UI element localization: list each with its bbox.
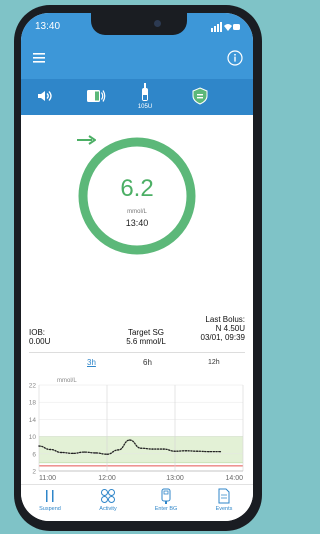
bolus-time: 03/01, 09:39 [200, 333, 245, 342]
tab-12h[interactable]: 12h [208, 359, 220, 366]
iob-label: IOB: [29, 328, 46, 337]
y-tick-label: 6 [32, 451, 36, 458]
x-tick-label: 12:00 [98, 475, 116, 482]
sensor-glucose-ring: 6.2 mmol/L 13:40 [76, 135, 198, 257]
reservoir-icon[interactable] [139, 83, 151, 103]
events-icon [218, 488, 230, 504]
target-range-band [39, 436, 243, 463]
sg-point [219, 450, 222, 453]
sg-point [174, 450, 176, 452]
sg-point [72, 452, 74, 455]
meter-icon [161, 488, 171, 504]
status-time: 13:40 [35, 21, 61, 32]
app-screen: 13:40 105U 6.2 mmol/L 13:40 IOB: 0.00U T… [21, 13, 253, 521]
divider [29, 352, 245, 353]
tab-3h[interactable]: 3h [87, 358, 96, 367]
sound-icon[interactable] [37, 90, 53, 102]
nav-suspend[interactable]: Suspend [21, 488, 79, 512]
sg-unit: mmol/L [127, 209, 147, 215]
y-tick-label: 14 [29, 417, 37, 424]
signal-wifi-battery-icon [211, 22, 240, 32]
bolus-value: N 4.50U [215, 324, 245, 333]
sg-point [94, 452, 97, 454]
iob-value: 0.00U [29, 337, 51, 346]
x-tick-label: 11:00 [39, 475, 56, 482]
y-tick-label: 10 [29, 434, 37, 441]
tab-6h[interactable]: 6h [143, 358, 152, 367]
sg-point [117, 449, 120, 451]
shield-icon[interactable] [192, 87, 208, 105]
sg-point [128, 439, 131, 441]
pump-battery-icon[interactable] [86, 89, 106, 103]
sg-value: 6.2 [120, 175, 154, 202]
sg-point [60, 451, 63, 454]
pause-icon [46, 490, 54, 502]
y-axis-unit: mmol/L [57, 378, 77, 384]
nav-enter-bg[interactable]: Enter BG [137, 488, 195, 512]
nav-events-label: Events [215, 506, 233, 512]
activity-icon [101, 489, 115, 503]
sg-point [38, 445, 40, 447]
y-tick-label: 18 [29, 400, 37, 407]
sg-point [106, 453, 108, 455]
sg-point [196, 450, 199, 452]
x-tick-label: 13:00 [166, 475, 184, 482]
sg-point [162, 448, 165, 450]
sg-point [83, 451, 86, 453]
sg-point [140, 447, 142, 449]
nav-activity-label: Activity [99, 506, 117, 512]
info-icon[interactable] [227, 50, 243, 66]
graph-range-tabs: 3h 6h 12h [21, 354, 253, 374]
sg-point [151, 448, 154, 450]
notch [91, 13, 187, 35]
reservoir-units: 105U [137, 104, 153, 110]
nav-events[interactable]: Events [195, 488, 253, 512]
x-tick-label: 14:00 [225, 475, 243, 482]
sg-graph[interactable]: 22 18 14 10 6 211:00 12:00 13:00 14:00 mmol/L [21, 373, 253, 483]
target-block: Target SG 5.6 mmol/L [111, 328, 181, 346]
nav-suspend-label: Suspend [39, 506, 61, 512]
nav-activity[interactable]: Activity [79, 488, 137, 512]
bottom-nav: Suspend Activity Enter BG Events [21, 484, 253, 521]
sg-point [185, 450, 188, 452]
target-value: 5.6 mmol/L [126, 337, 166, 346]
bolus-label: Last Bolus: [205, 315, 245, 324]
arrow-right-icon [77, 135, 96, 145]
menu-icon[interactable] [33, 53, 45, 63]
camera [154, 20, 161, 27]
device-status-bar: 105U [21, 79, 253, 115]
sg-point [208, 450, 210, 453]
y-tick-label: 2 [32, 469, 36, 476]
target-label: Target SG [127, 328, 164, 337]
iob-block: IOB: 0.00U [29, 328, 50, 346]
last-bolus-block: Last Bolus: N 4.50U 03/01, 09:39 [201, 315, 245, 342]
app-header [21, 39, 253, 79]
sg-point [49, 448, 52, 451]
nav-enter-bg-label: Enter BG [154, 506, 178, 512]
sg-time: 13:40 [125, 218, 149, 228]
y-tick-label: 22 [29, 383, 37, 390]
